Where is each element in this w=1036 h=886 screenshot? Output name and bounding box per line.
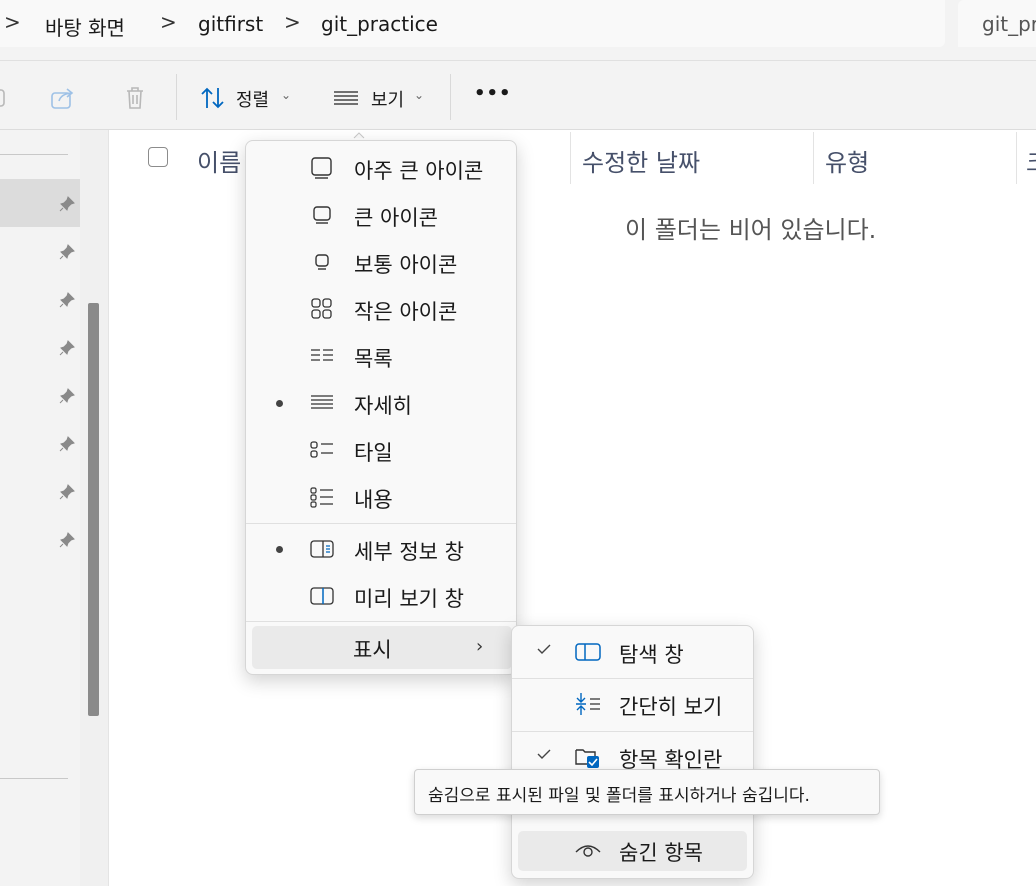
pin-icon[interactable] xyxy=(58,483,76,501)
nav-divider xyxy=(0,778,68,779)
column-header-name[interactable]: 이름 xyxy=(197,143,241,178)
tiles-icon xyxy=(310,441,333,458)
menu-item-details[interactable]: 자세히 xyxy=(246,379,516,426)
view-button[interactable]: 보기 xyxy=(371,86,404,112)
menu-divider xyxy=(246,523,516,524)
menu-item-label: 타일 xyxy=(354,441,393,465)
submenu-item-compact-view[interactable]: 간단히 보기 xyxy=(512,679,753,731)
menu-divider xyxy=(246,621,516,622)
breadcrumb-separator: > xyxy=(4,10,21,34)
menu-item-tiles[interactable]: 타일 xyxy=(246,426,516,473)
column-header-type[interactable]: 유형 xyxy=(825,143,869,178)
breadcrumb-item-git-practice[interactable]: git_practice xyxy=(321,12,438,36)
column-divider[interactable] xyxy=(1016,132,1017,184)
share-icon[interactable] xyxy=(49,84,77,112)
breadcrumb-item-gitfirst[interactable]: gitfirst xyxy=(198,12,263,36)
breadcrumb-separator[interactable]: > xyxy=(160,10,177,34)
pin-icon[interactable] xyxy=(58,339,76,357)
column-divider[interactable] xyxy=(813,132,814,184)
tooltip: 숨김으로 표시된 파일 및 폴더를 표시하거나 숨깁니다. xyxy=(414,769,880,815)
empty-folder-message: 이 폴더는 비어 있습니다. xyxy=(625,216,877,244)
rename-icon[interactable] xyxy=(0,84,14,112)
menu-item-label: 큰 아이콘 xyxy=(354,206,438,230)
menu-item-large-icons[interactable]: 큰 아이콘 xyxy=(246,191,516,238)
menu-item-details-pane[interactable]: 세부 정보 창 xyxy=(246,525,516,572)
pin-icon[interactable] xyxy=(58,435,76,453)
view-icon[interactable] xyxy=(332,84,360,112)
command-bar xyxy=(0,61,1036,130)
sort-button[interactable]: 정렬 xyxy=(236,86,269,112)
compact-view-icon xyxy=(576,693,600,715)
check-icon xyxy=(537,644,551,654)
menu-item-small-icons[interactable]: 작은 아이콘 xyxy=(246,285,516,332)
menu-item-content[interactable]: 내용 xyxy=(246,473,516,520)
breadcrumb-item-desktop[interactable]: 바탕 화면 xyxy=(45,12,125,41)
pin-icon[interactable] xyxy=(58,531,76,549)
chevron-down-icon: ⌄ xyxy=(281,88,292,102)
submenu-item-label: 탐색 창 xyxy=(619,643,684,667)
content-icon xyxy=(310,487,333,508)
submenu-item-navigation-pane[interactable]: 탐색 창 xyxy=(512,627,753,679)
submenu-item-label: 숨긴 항목 xyxy=(619,841,703,865)
show-submenu: 탐색 창 간단히 보기 항목 확인란 숨긴 항목 xyxy=(511,625,754,879)
selected-bullet xyxy=(276,546,283,553)
extra-large-icons-icon xyxy=(311,157,332,179)
column-divider[interactable] xyxy=(570,132,571,184)
menu-item-label: 미리 보기 창 xyxy=(354,587,464,611)
menu-item-preview-pane[interactable]: 미리 보기 창 xyxy=(246,572,516,619)
list-icon xyxy=(311,349,333,361)
item-checkbox-icon xyxy=(575,749,599,768)
address-bar[interactable] xyxy=(0,0,945,47)
nav-divider xyxy=(0,154,68,155)
chevron-down-icon: ⌄ xyxy=(414,88,425,102)
pin-icon[interactable] xyxy=(58,291,76,309)
select-all-checkbox[interactable] xyxy=(148,147,168,167)
tooltip-text: 숨김으로 표시된 파일 및 폴더를 표시하거나 숨깁니다. xyxy=(428,786,810,806)
menu-item-label: 아주 큰 아이콘 xyxy=(354,159,484,183)
column-header-size[interactable]: 크 xyxy=(1026,143,1036,178)
toolbar-divider xyxy=(450,74,451,120)
breadcrumb-separator[interactable]: > xyxy=(284,10,301,34)
preview-pane-icon xyxy=(310,587,334,605)
pin-icon[interactable] xyxy=(58,195,76,213)
menu-item-show-label: 표시 xyxy=(353,638,392,662)
submenu-item-hidden-items[interactable]: 숨긴 항목 xyxy=(512,825,753,877)
view-menu: 아주 큰 아이콘 큰 아이콘 보통 아이콘 작은 아이콘 목록 자세히 타일 내… xyxy=(245,140,517,675)
menu-item-medium-icons[interactable]: 보통 아이콘 xyxy=(246,238,516,285)
selected-bullet xyxy=(276,400,283,407)
details-pane-icon xyxy=(310,540,334,558)
menu-item-list[interactable]: 목록 xyxy=(246,332,516,379)
menu-item-label: 작은 아이콘 xyxy=(354,300,458,324)
check-icon xyxy=(537,749,551,759)
sort-icon[interactable] xyxy=(199,84,227,112)
pin-icon[interactable] xyxy=(58,387,76,405)
more-options-button[interactable]: ••• xyxy=(474,83,512,104)
menu-item-label: 세부 정보 창 xyxy=(354,540,464,564)
delete-icon[interactable] xyxy=(121,84,149,112)
menu-item-label: 자세히 xyxy=(354,394,412,418)
nav-scrollbar-thumb[interactable] xyxy=(88,303,99,716)
pin-icon[interactable] xyxy=(58,243,76,261)
medium-icons-icon xyxy=(315,254,329,270)
menu-item-label: 보통 아이콘 xyxy=(354,253,458,277)
details-icon xyxy=(311,395,333,409)
menu-item-label: 목록 xyxy=(354,347,393,371)
eye-icon xyxy=(575,845,601,857)
menu-item-extra-large-icons[interactable]: 아주 큰 아이콘 xyxy=(246,144,516,191)
chevron-right-icon: › xyxy=(476,636,484,657)
large-icons-icon xyxy=(313,206,331,224)
toolbar-divider xyxy=(176,74,177,120)
search-input[interactable]: git_pr xyxy=(982,12,1036,36)
small-icons-icon xyxy=(311,298,332,319)
menu-item-label: 내용 xyxy=(354,488,393,512)
column-header-modified[interactable]: 수정한 날짜 xyxy=(582,143,700,178)
submenu-item-label: 간단히 보기 xyxy=(619,695,723,719)
navigation-pane-icon xyxy=(575,643,601,661)
